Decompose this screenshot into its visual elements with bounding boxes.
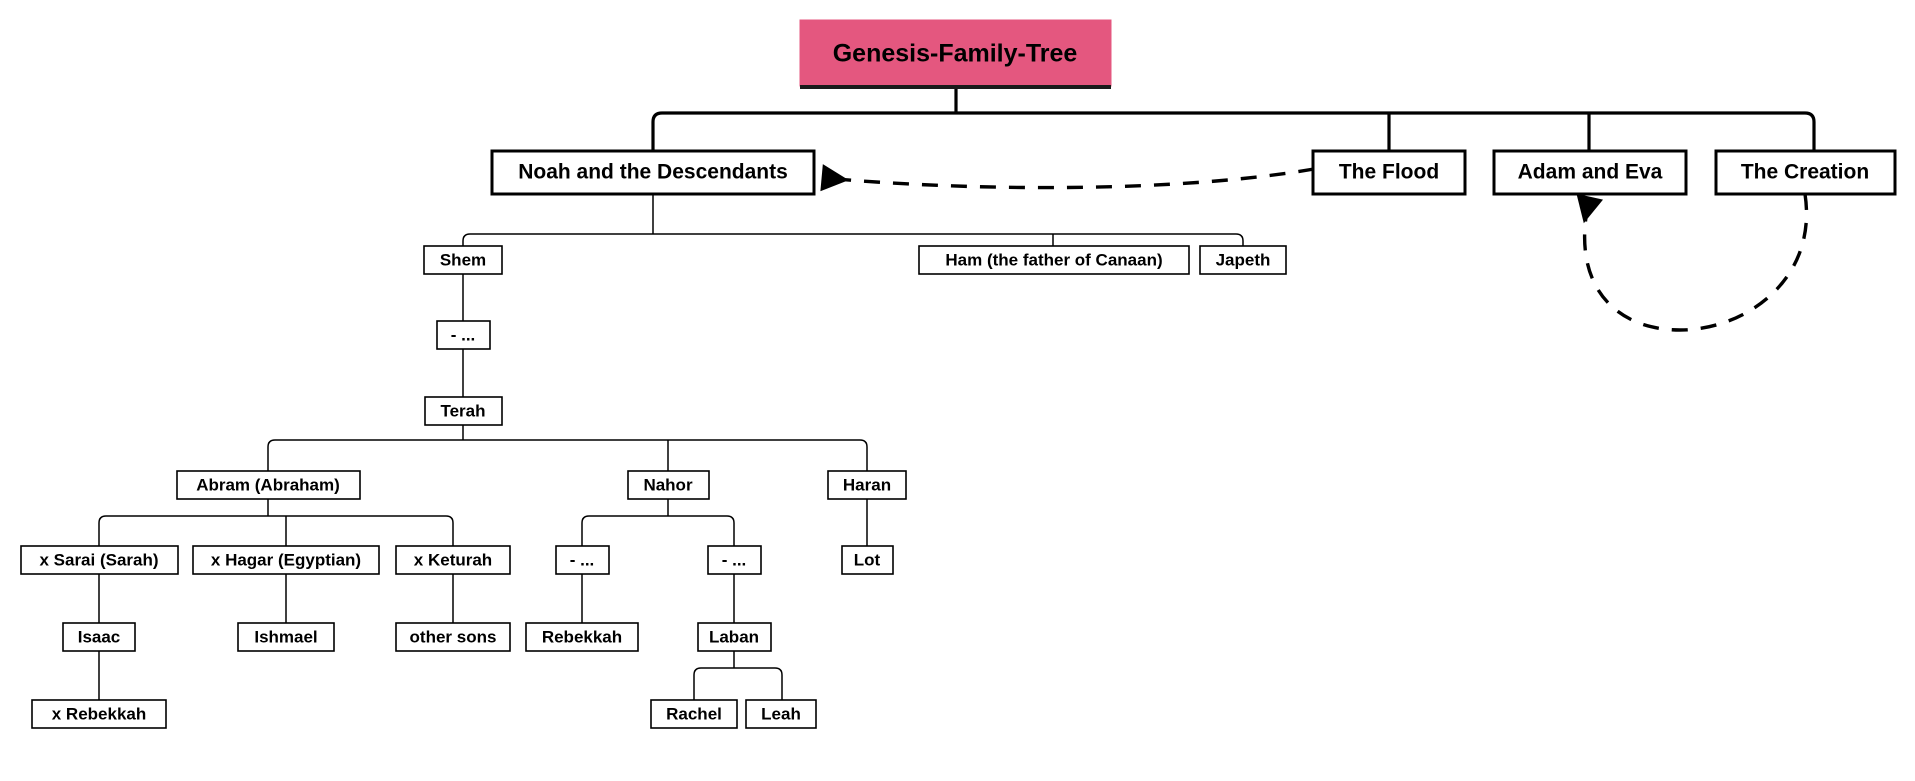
node-label-ishmael: Ishmael bbox=[254, 627, 317, 646]
node-label-root: Genesis-Family-Tree bbox=[833, 40, 1078, 68]
edge-abram-bus bbox=[98, 515, 454, 546]
node-ham[interactable]: Ham (the father of Canaan) bbox=[918, 245, 1190, 275]
node-laban[interactable]: Laban bbox=[697, 622, 772, 652]
node-the-creation[interactable]: The Creation bbox=[1714, 149, 1897, 196]
edge-laban-bus bbox=[693, 667, 783, 700]
node-other-sons[interactable]: other sons bbox=[395, 622, 511, 652]
node-x-rebekkah[interactable]: x Rebekkah bbox=[31, 699, 167, 729]
edge-terah-bus bbox=[267, 439, 868, 471]
edge-group-abram-wives bbox=[98, 498, 454, 546]
node-adam-and-eva[interactable]: Adam and Eva bbox=[1492, 149, 1688, 196]
node-label-lot: Lot bbox=[854, 550, 881, 569]
node-abram[interactable]: Abram (Abraham) bbox=[176, 470, 361, 500]
node-label-other-sons: other sons bbox=[410, 627, 497, 646]
node-label-isaac: Isaac bbox=[78, 627, 121, 646]
node-nahor-ellipsis-1[interactable]: - ... bbox=[555, 545, 610, 575]
node-rebekkah[interactable]: Rebekkah bbox=[525, 622, 639, 652]
node-label-ham: Ham (the father of Canaan) bbox=[945, 250, 1162, 269]
node-shem-ellipsis[interactable]: - ... bbox=[436, 320, 491, 350]
genesis-family-tree-diagram: Genesis-Family-Tree Noah and the Descend… bbox=[0, 0, 1915, 781]
node-label-japeth: Japeth bbox=[1216, 250, 1271, 269]
node-the-flood[interactable]: The Flood bbox=[1311, 149, 1467, 196]
edge-group-bottom bbox=[98, 650, 783, 700]
node-leah[interactable]: Leah bbox=[745, 699, 817, 729]
node-label-nahor-ellipsis-2: - ... bbox=[722, 550, 747, 569]
edge-creation-to-adam-dashed-arrow bbox=[1576, 193, 1809, 332]
node-label-shem: Shem bbox=[440, 250, 486, 269]
node-rachel[interactable]: Rachel bbox=[650, 699, 738, 729]
node-label-laban: Laban bbox=[709, 627, 759, 646]
edge-group-noah-children bbox=[462, 194, 1244, 246]
edge-nahor-bus bbox=[581, 515, 735, 546]
node-keturah[interactable]: x Keturah bbox=[395, 545, 511, 575]
edge-noah-bus bbox=[462, 233, 1244, 246]
node-label-haran: Haran bbox=[843, 475, 891, 494]
edge-root-bus bbox=[651, 111, 1816, 150]
node-label-flood: The Flood bbox=[1339, 161, 1439, 184]
node-nahor-ellipsis-2[interactable]: - ... bbox=[707, 545, 762, 575]
node-label-adam: Adam and Eva bbox=[1518, 161, 1663, 184]
node-label-x-rebekkah: x Rebekkah bbox=[52, 704, 147, 723]
node-label-rachel: Rachel bbox=[666, 704, 722, 723]
edge-group-root-children bbox=[651, 88, 1816, 150]
node-nahor[interactable]: Nahor bbox=[627, 470, 710, 500]
node-hagar[interactable]: x Hagar (Egyptian) bbox=[192, 545, 380, 575]
node-label-rebekkah: Rebekkah bbox=[542, 627, 622, 646]
node-haran[interactable]: Haran bbox=[827, 470, 907, 500]
edge-group-terah-children bbox=[267, 424, 868, 471]
node-label-terah: Terah bbox=[440, 401, 485, 420]
node-label-abram: Abram (Abraham) bbox=[196, 475, 340, 494]
edge-group-wives-children bbox=[98, 573, 735, 623]
node-label-shem-ellipsis: - ... bbox=[451, 325, 476, 344]
node-label-hagar: x Hagar (Egyptian) bbox=[211, 550, 361, 569]
node-lot[interactable]: Lot bbox=[841, 545, 894, 575]
node-japeth[interactable]: Japeth bbox=[1199, 245, 1287, 275]
node-terah[interactable]: Terah bbox=[424, 396, 503, 426]
node-ishmael[interactable]: Ishmael bbox=[237, 622, 335, 652]
node-label-keturah: x Keturah bbox=[414, 550, 492, 569]
edge-flood-to-noah-dashed-arrow bbox=[820, 164, 1315, 192]
node-label-sarai: x Sarai (Sarah) bbox=[39, 550, 158, 569]
node-label-noah: Noah and the Descendants bbox=[518, 161, 788, 184]
node-sarai[interactable]: x Sarai (Sarah) bbox=[20, 545, 179, 575]
node-label-leah: Leah bbox=[761, 704, 801, 723]
node-label-nahor: Nahor bbox=[643, 475, 693, 494]
edge-group-nahor-children bbox=[581, 498, 735, 546]
node-genesis-family-tree[interactable]: Genesis-Family-Tree bbox=[799, 19, 1112, 89]
node-label-creation: The Creation bbox=[1741, 161, 1869, 184]
node-shem[interactable]: Shem bbox=[423, 245, 503, 275]
node-isaac[interactable]: Isaac bbox=[62, 622, 136, 652]
node-label-nahor-ellipsis-1: - ... bbox=[570, 550, 595, 569]
node-noah-and-the-descendants[interactable]: Noah and the Descendants bbox=[490, 149, 816, 196]
family-tree-canvas: Genesis-Family-Tree Noah and the Descend… bbox=[20, 19, 1897, 729]
